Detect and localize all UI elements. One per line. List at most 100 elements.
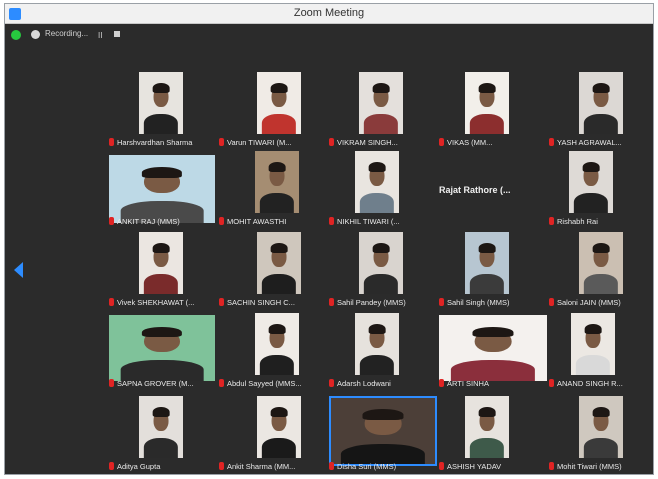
participant-tile[interactable]: Harshvardhan Sharma (109, 72, 217, 150)
participant-tile[interactable]: ANAND SINGH R... (549, 313, 657, 391)
participant-name: Varun TIWARI (M... (219, 137, 291, 148)
participant-tile[interactable]: Adarsh Lodwani (329, 313, 437, 391)
participant-name: Mohit Tiwari (MMS) (549, 461, 622, 472)
person-body (261, 114, 297, 134)
muted-mic-icon (549, 462, 554, 470)
person-hair (368, 324, 386, 335)
participant-tile[interactable]: Varun TIWARI (M... (219, 72, 327, 150)
participant-tile[interactable]: SACHIN SINGH C... (219, 232, 327, 310)
participant-name-text: SAPNA GROVER (M... (117, 379, 194, 388)
participant-tile[interactable]: Rajat Rathore (... (439, 151, 547, 229)
title-bar: Zoom Meeting (5, 4, 653, 24)
person-hair (372, 243, 390, 254)
person-body (261, 438, 297, 458)
person-hair (270, 83, 288, 94)
person-hair (478, 407, 496, 418)
participant-tile[interactable]: ANKIT RAJ (MMS) (109, 151, 217, 229)
previous-page-arrow-icon[interactable] (14, 262, 23, 278)
participant-name: SACHIN SINGH C... (219, 297, 295, 308)
participant-tile[interactable]: Sahil Singh (MMS) (439, 232, 547, 310)
participant-video (139, 72, 183, 134)
participant-tile[interactable]: Ankit Sharma (MM... (219, 396, 327, 474)
muted-mic-icon (109, 462, 114, 470)
person-body (261, 274, 297, 294)
person-body (575, 355, 611, 375)
participant-name: VIKRAM SINGH... (329, 137, 398, 148)
participant-name: NIKHIL TIWARI (... (329, 216, 400, 227)
participant-name: ANAND SINGH R... (549, 378, 623, 389)
participant-video (359, 232, 403, 294)
participant-tile[interactable]: Sahil Pandey (MMS) (329, 232, 437, 310)
person-body (363, 114, 399, 134)
person-body (583, 438, 619, 458)
participant-name-text: Rishabh Rai (557, 217, 598, 226)
muted-mic-icon (219, 138, 224, 146)
recording-label: Recording... (45, 29, 89, 38)
window-title: Zoom Meeting (293, 7, 365, 19)
participant-tile[interactable]: Mohit Tiwari (MMS) (549, 396, 657, 474)
person-hair (478, 243, 496, 254)
participant-tile[interactable]: VIKAS (MM... (439, 72, 547, 150)
participant-video (255, 151, 299, 213)
participant-video (255, 313, 299, 375)
participant-tile[interactable]: ASHISH YADAV (439, 396, 547, 474)
participant-name-text: Sahil Singh (MMS) (447, 298, 510, 307)
participant-name: Disha Suri (MMS) (329, 461, 396, 472)
participant-name: VIKAS (MM... (439, 137, 492, 148)
participant-tile[interactable]: Vivek SHEKHAWAT (... (109, 232, 217, 310)
participant-tile[interactable]: Saloni JAIN (MMS) (549, 232, 657, 310)
participant-name: Sahil Pandey (MMS) (329, 297, 406, 308)
participant-tile[interactable]: Rishabh Rai (549, 151, 657, 229)
participant-name-text: Adarsh Lodwani (337, 379, 391, 388)
participant-tile[interactable]: VIKRAM SINGH... (329, 72, 437, 150)
participant-video (579, 396, 623, 458)
participant-tile[interactable]: Aditya Gupta (109, 396, 217, 474)
participant-name: Sahil Singh (MMS) (439, 297, 510, 308)
participant-video (359, 72, 403, 134)
participant-name-text: Sahil Pandey (MMS) (337, 298, 406, 307)
participant-video (439, 315, 547, 381)
person-body (573, 193, 609, 213)
participant-tile[interactable]: Abdul Sayyed (MMS... (219, 313, 327, 391)
encryption-shield-icon[interactable] (11, 30, 21, 40)
participant-video (257, 396, 301, 458)
participant-name: ANKIT RAJ (MMS) (109, 216, 180, 227)
person-body (143, 438, 179, 458)
participant-name-text: Harshvardhan Sharma (117, 138, 193, 147)
participant-tile[interactable]: MOHIT AWASTHI (219, 151, 327, 229)
person-hair (472, 326, 514, 338)
person-body (469, 114, 505, 134)
participant-video (579, 72, 623, 134)
muted-mic-icon (549, 138, 554, 146)
participant-video (329, 396, 437, 466)
muted-mic-icon (439, 379, 444, 387)
participant-tile[interactable]: ARTI SINHA (439, 313, 547, 391)
participant-video (355, 151, 399, 213)
participant-tile[interactable]: SAPNA GROVER (M... (109, 313, 217, 391)
participant-video (465, 72, 509, 134)
person-body (583, 274, 619, 294)
person-body (359, 193, 395, 213)
participant-video (139, 232, 183, 294)
participant-name-placeholder: Rajat Rathore (... (439, 185, 511, 195)
muted-mic-icon (219, 379, 224, 387)
person-hair (368, 162, 386, 173)
participant-video (579, 232, 623, 294)
stop-recording-button[interactable] (114, 31, 120, 37)
participant-name: Rishabh Rai (549, 216, 598, 227)
person-hair (592, 407, 610, 418)
participant-tile[interactable]: YASH AGRAWAL... (549, 72, 657, 150)
participant-name: SAPNA GROVER (M... (109, 378, 194, 389)
muted-mic-icon (549, 217, 554, 225)
person-body (259, 355, 295, 375)
participant-tile[interactable]: NIKHIL TIWARI (... (329, 151, 437, 229)
person-hair (268, 324, 286, 335)
participant-tile[interactable]: Disha Suri (MMS) (329, 396, 437, 474)
muted-mic-icon (219, 462, 224, 470)
pause-recording-button[interactable]: II (98, 31, 102, 40)
participant-name-text: Disha Suri (MMS) (337, 462, 397, 471)
muted-mic-icon (329, 298, 334, 306)
participant-name: Harshvardhan Sharma (109, 137, 192, 148)
person-hair (478, 83, 496, 94)
person-hair (152, 83, 170, 94)
